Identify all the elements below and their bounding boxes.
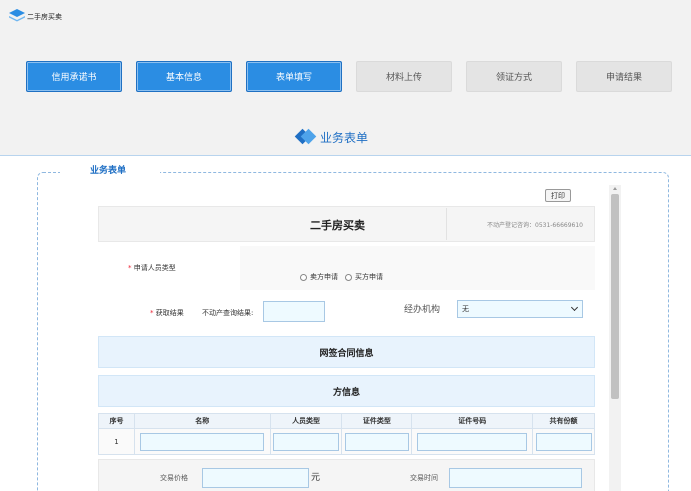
col-header-id-type: 证件类型 [341, 413, 413, 429]
divider [446, 208, 447, 240]
radio-seller[interactable] [300, 273, 307, 281]
party-table: 序号 名称 人员类型 证件类型 证件号码 共有份额 1 [98, 413, 595, 455]
section-header: 业务表单 [0, 118, 691, 156]
table-row: 1 [98, 428, 595, 455]
id-type-input[interactable] [345, 432, 409, 451]
top-bar: 二手房买卖 [0, 0, 691, 40]
step-credit-pledge[interactable]: 信用承诺书 [26, 61, 122, 92]
price-input[interactable] [202, 468, 309, 488]
section-title: 业务表单 [320, 131, 369, 145]
applicant-options-cell [240, 246, 595, 290]
agency-select-value: 无 [462, 305, 469, 313]
name-cell [133, 428, 271, 455]
step-basic-info[interactable]: 基本信息 [136, 61, 232, 92]
id-number-input[interactable] [417, 432, 528, 451]
col-header-id-number: 证件号码 [411, 413, 534, 429]
step-application-result[interactable]: 申请结果 [576, 61, 672, 92]
step-form-fill[interactable]: 表单填写 [246, 61, 342, 92]
result-label: * 获取结果 [150, 309, 184, 317]
price-label: 交易价格 [160, 474, 188, 482]
step-upload-materials[interactable]: 材料上传 [356, 61, 452, 92]
radio-seller-label[interactable]: 卖方申请 [310, 272, 338, 282]
person-type-cell [269, 428, 343, 455]
time-label: 交易时间 [410, 474, 438, 482]
row-index: 1 [98, 428, 135, 455]
time-input[interactable] [449, 468, 582, 488]
share-input[interactable] [535, 432, 592, 451]
radio-buyer[interactable] [345, 273, 352, 281]
price-unit: 元 [311, 473, 321, 483]
share-cell [532, 428, 595, 455]
radio-buyer-label[interactable]: 买方申请 [355, 272, 383, 282]
scroll-up-icon[interactable] [613, 186, 617, 190]
id-number-cell [411, 428, 534, 455]
layers-logo-icon [9, 9, 25, 22]
col-header-index: 序号 [98, 413, 135, 429]
step-bar: 信用承诺书 基本信息 表单填写 材料上传 领证方式 申请结果 [0, 40, 691, 118]
person-type-input[interactable] [273, 432, 339, 451]
applicant-radio-group: 卖方申请 买方申请 [300, 272, 383, 282]
agency-select[interactable]: 无 [457, 300, 583, 318]
scrollbar-thumb[interactable] [611, 194, 619, 399]
name-input[interactable] [140, 432, 265, 451]
query-result-label: 不动产查询结果: [202, 309, 254, 317]
app-title: 二手房买卖 [27, 13, 62, 21]
col-header-name: 名称 [133, 413, 271, 429]
agency-label: 经办机构 [404, 305, 441, 315]
table-header-row: 序号 名称 人员类型 证件类型 证件号码 共有份额 [98, 413, 595, 429]
registration-hotline: 不动产登记咨询：0531-66669610 [487, 222, 583, 229]
contract-info-band: 网签合同信息 [98, 336, 595, 368]
col-header-person-type: 人员类型 [269, 413, 343, 429]
id-type-cell [341, 428, 413, 455]
panel-legend: 业务表单 [60, 163, 160, 179]
step-certificate-method[interactable]: 领证方式 [466, 61, 562, 92]
form-title: 二手房买卖 [310, 219, 365, 232]
query-result-input[interactable] [263, 301, 325, 322]
print-button[interactable]: 打印 [545, 189, 571, 202]
chevron-down-icon [570, 303, 579, 312]
party-info-band: 方信息 [98, 375, 595, 407]
col-header-share: 共有份额 [532, 413, 595, 429]
applicant-type-label: * 申请人员类型 [128, 264, 176, 272]
